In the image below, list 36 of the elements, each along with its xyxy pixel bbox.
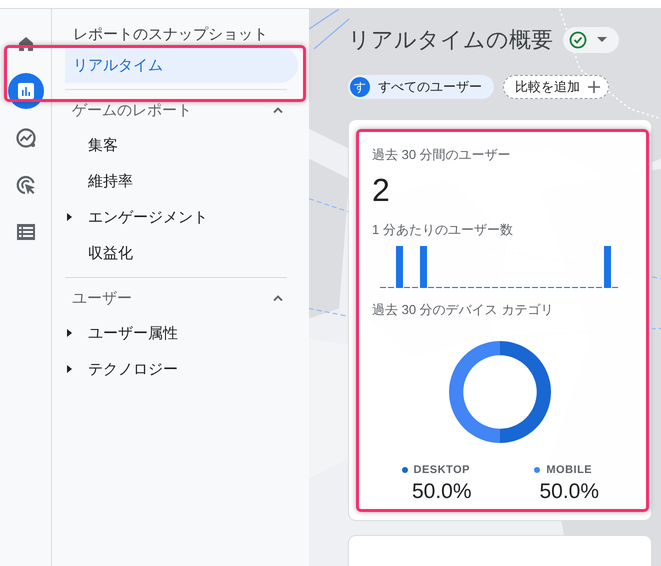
- nav-item[interactable]: レポートのスナップショット: [65, 23, 298, 45]
- chevron-icon: [272, 294, 284, 302]
- share-value: 50.0%: [412, 480, 472, 504]
- expand-triangle-icon: [67, 213, 72, 221]
- page-title: リアルタイムの概要: [348, 26, 553, 54]
- nav-section-header[interactable]: ゲームのレポート: [72, 93, 284, 127]
- nav-item[interactable]: 集客: [67, 127, 309, 163]
- legend-label: MOBILE: [546, 464, 592, 476]
- bar-chart-icon: [16, 82, 34, 100]
- nav-item[interactable]: 収益化: [67, 235, 309, 271]
- status-dropdown-button[interactable]: [563, 27, 619, 53]
- expand-triangle-icon: [67, 329, 72, 337]
- nav-item[interactable]: エンゲージメント: [67, 199, 309, 235]
- add-comparison-button[interactable]: 比較を追加: [503, 75, 609, 99]
- plus-icon: [588, 81, 600, 93]
- user-count: 2: [372, 172, 391, 209]
- share-value: 50.0%: [539, 480, 600, 504]
- nav-item[interactable]: ユーザー属性: [67, 315, 309, 351]
- legend-label: DESKTOP: [414, 464, 470, 476]
- card-label: 1 分あたりのユーザー数: [372, 221, 514, 239]
- trend-circle-icon: [14, 127, 36, 149]
- chevron-icon: [272, 106, 284, 114]
- card-label: 過去 30 分のデバイス カテゴリ: [372, 301, 554, 319]
- nav-item[interactable]: 維持率: [67, 163, 309, 199]
- segment-chip[interactable]: す すべてのユーザー: [348, 75, 494, 99]
- nav-item[interactable]: テクノロジー: [67, 351, 309, 387]
- list-icon: [16, 223, 36, 241]
- cursor-target-icon: [14, 174, 36, 196]
- caret-icon: [597, 37, 607, 43]
- nav-item[interactable]: リアルタイム: [65, 47, 298, 83]
- check-circle-icon: [569, 31, 587, 49]
- card-label: 過去 30 分間のユーザー: [372, 146, 512, 164]
- avatar-badge: す: [350, 77, 370, 97]
- expand-triangle-icon: [67, 365, 72, 373]
- reports-nav-button[interactable]: [8, 73, 44, 109]
- nav-section-header[interactable]: ユーザー: [72, 281, 284, 315]
